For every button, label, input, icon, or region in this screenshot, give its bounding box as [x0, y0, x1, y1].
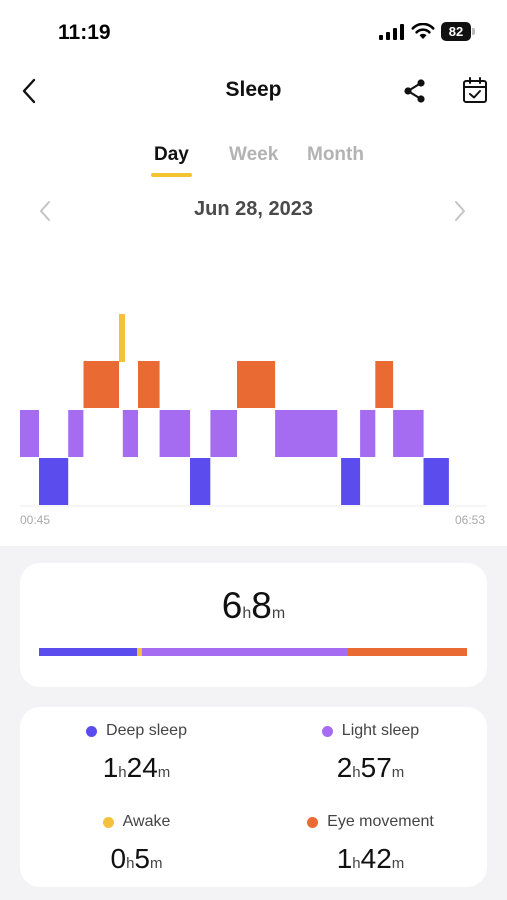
period-tabs: Day Week Month: [0, 144, 507, 184]
stage-stats-card: Deep sleep 1h24m Light sleep 2h57m Awake…: [20, 707, 487, 887]
stat-label: Awake: [122, 813, 171, 830]
stat-minutes: 42: [360, 843, 392, 874]
sleep-segment-light: [122, 410, 138, 457]
stat-minutes-unit: m: [391, 855, 405, 872]
stat-hours: 2: [336, 752, 353, 783]
calendar-check-icon: [463, 77, 487, 103]
date-navigator: Jun 28, 2023: [0, 198, 507, 224]
current-date: Jun 28, 2023: [194, 198, 313, 220]
sleep-segment-deep: [39, 458, 69, 505]
battery-tip: [472, 28, 475, 35]
stat-minutes: 5: [134, 843, 150, 874]
eye-movement-dot: [307, 816, 319, 828]
stat-hours-unit: h: [118, 764, 127, 781]
stat-label: Light sleep: [341, 722, 420, 739]
x-axis-end-label: 06:53: [455, 513, 486, 527]
total-minutes: 8: [251, 585, 272, 626]
sleep-segment-light: [360, 410, 376, 457]
battery-indicator: 82: [441, 22, 475, 41]
stat-minutes-unit: m: [157, 764, 171, 781]
total-sleep-duration: 6h8m: [20, 585, 487, 627]
tab-month[interactable]: Month: [307, 144, 364, 166]
stage-proportion-bar: [39, 648, 467, 656]
bar-segment-light: [142, 648, 349, 656]
tab-week[interactable]: Week: [229, 144, 278, 166]
sleep-segment-light: [275, 410, 317, 457]
battery-level: 82: [441, 22, 471, 41]
total-hours: 6: [221, 585, 243, 626]
chevron-right-icon: [455, 201, 465, 221]
sleep-segment-deep: [341, 458, 361, 505]
stat-minutes-unit: m: [150, 855, 163, 872]
stat-hours: 1: [102, 752, 119, 783]
sleep-segment-rem: [83, 361, 119, 408]
sleep-segment-rem: [375, 361, 394, 408]
active-tab-indicator: [151, 173, 192, 177]
tab-day[interactable]: Day: [154, 144, 189, 166]
stat-label: Deep sleep: [106, 722, 187, 739]
stat-hours: 1: [336, 843, 353, 874]
sleep-segment-deep: [423, 458, 449, 505]
stat-deep-sleep: Deep sleep 1h24m: [20, 720, 253, 784]
sleep-segment-rem: [237, 361, 276, 408]
page-title: Sleep: [225, 78, 282, 101]
chevron-left-icon: [40, 201, 50, 221]
sleep-stage-chart: 00:45 06:53: [0, 230, 507, 530]
stat-hours-unit: h: [352, 764, 361, 781]
sleep-segment-light: [210, 410, 237, 457]
previous-day-button[interactable]: [38, 200, 52, 227]
bar-segment-deep: [39, 648, 137, 656]
x-axis-start-label: 00:45: [20, 513, 51, 527]
stat-minutes-unit: m: [391, 764, 405, 781]
minutes-unit: m: [271, 605, 286, 622]
sleep-segment-light: [20, 410, 39, 457]
status-time: 11:19: [58, 21, 111, 44]
sleep-segment-deep: [190, 458, 211, 505]
share-icon: [404, 79, 425, 103]
calendar-button[interactable]: [462, 76, 488, 109]
deep-sleep-dot: [86, 725, 98, 737]
stat-hours: 0: [110, 843, 127, 874]
stat-minutes: 57: [360, 752, 392, 783]
sleep-segment-light: [393, 410, 424, 457]
next-day-button[interactable]: [453, 200, 467, 227]
wifi-icon: [411, 23, 435, 39]
share-button[interactable]: [402, 78, 428, 109]
sleep-segment-light: [317, 410, 338, 457]
stat-minutes: 24: [126, 752, 158, 783]
sleep-segment-light: [68, 410, 84, 457]
total-sleep-card: 6h8m: [20, 563, 487, 687]
light-sleep-dot: [321, 725, 333, 737]
sleep-segment-light: [159, 410, 191, 457]
stat-light-sleep: Light sleep 2h57m: [254, 720, 487, 784]
awake-dot: [102, 816, 114, 828]
stat-eye-movement: Eye movement 1h42m: [254, 811, 487, 875]
sleep-segment-awake: [119, 314, 125, 362]
stat-label: Eye movement: [327, 813, 434, 830]
bar-segment-rem: [348, 648, 467, 656]
stat-awake: Awake 0h5m: [20, 811, 253, 875]
cellular-signal-icon: [379, 23, 404, 40]
status-icons: 82: [379, 22, 475, 41]
sleep-segment-rem: [138, 361, 160, 408]
stat-hours-unit: h: [352, 855, 361, 872]
hours-unit: h: [242, 605, 252, 622]
sleep-chart-svg: [20, 314, 487, 507]
